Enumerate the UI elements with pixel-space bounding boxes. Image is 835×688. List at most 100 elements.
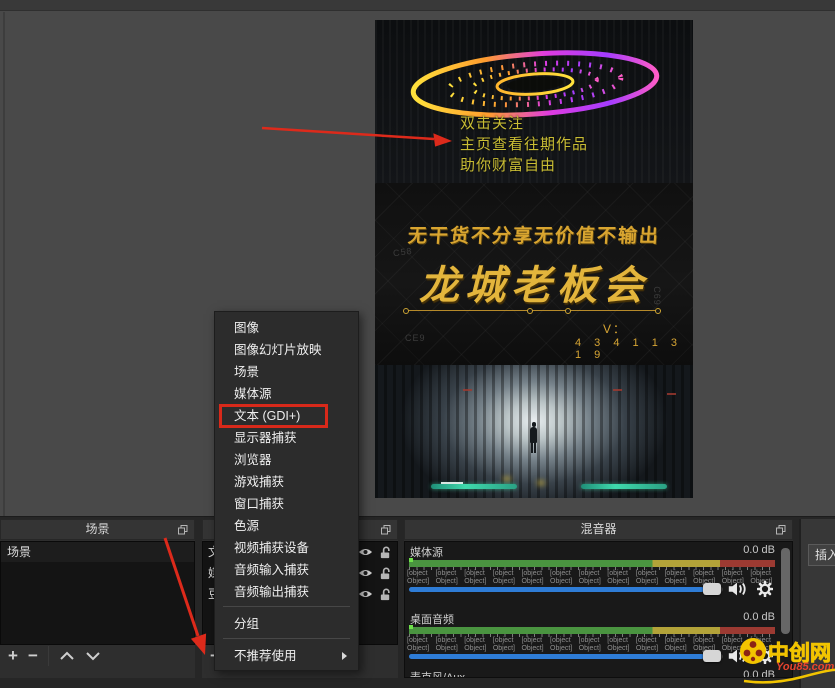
context-menu-item[interactable]: 媒体源 — [215, 383, 358, 405]
slider-handle[interactable] — [703, 650, 721, 662]
tick-label: [object Object] — [750, 637, 779, 645]
mixer-panel: 混音器 媒体源 0.0 dB [object Object][object Ob… — [404, 519, 793, 678]
hud-red-dash — [667, 393, 676, 395]
hud-bar-right — [581, 484, 667, 489]
channel-name: 媒体源 — [410, 544, 443, 560]
context-menu-item[interactable] — [215, 606, 358, 613]
context-menu-item[interactable]: 图像幻灯片放映 — [215, 339, 358, 361]
contact-number: 4 3 4 1 1 3 1 9 — [575, 337, 693, 361]
context-menu-item[interactable]: 窗口捕获 — [215, 493, 358, 515]
context-menu-item-label: 浏览器 — [234, 453, 272, 467]
slogan-text: 无干货不分享无价值不输出 — [375, 221, 693, 248]
context-menu-item[interactable]: 分组 — [215, 613, 358, 635]
tick-label: [object Object] — [693, 570, 722, 578]
volume-meter — [409, 627, 775, 634]
volume-slider[interactable] — [409, 587, 723, 592]
dock-float-icon[interactable] — [776, 525, 786, 535]
dock-float-icon[interactable] — [178, 525, 188, 535]
tick-label: [object Object] — [693, 637, 722, 645]
video-section-forest — [375, 365, 693, 498]
context-menu-item[interactable]: 显示器捕获 — [215, 427, 358, 449]
channel-db-value: 0.0 dB — [743, 611, 775, 623]
speaker-icon mute-toggle[interactable] — [727, 581, 747, 597]
channel-name: 桌面音频 — [410, 611, 454, 627]
tick-label: [object Object] — [521, 637, 550, 645]
unlock-icon[interactable] — [379, 546, 392, 559]
context-menu-item-label: 窗口捕获 — [234, 497, 284, 511]
mixer-channel: 媒体源 0.0 dB [object Object][object Object… — [405, 544, 792, 597]
tick-label: [object Object] — [464, 570, 493, 578]
context-menu-item[interactable]: 浏览器 — [215, 449, 358, 471]
contact-v-label: V： — [603, 320, 627, 337]
decorative-line — [407, 310, 661, 311]
move-scene-up-button chevron-up-icon[interactable] — [59, 650, 75, 662]
tick-label: [object Object] — [722, 637, 751, 645]
tick-label: [object Object] — [407, 637, 436, 645]
walking-figure — [530, 427, 537, 443]
tick-label: [object Object] — [579, 637, 608, 645]
channel-db-value: 0.0 dB — [743, 544, 775, 556]
scenes-toolbar: + − — [0, 644, 195, 668]
insert-button[interactable]: 插入 — [808, 544, 835, 566]
context-menu-item-label: 图像幻灯片放映 — [234, 343, 322, 357]
submenu-arrow-icon — [342, 652, 347, 660]
context-menu-item-label: 文本 (GDI+) — [234, 409, 300, 423]
context-menu-item[interactable] — [215, 638, 358, 645]
mixer-channel: 桌面音频 0.0 dB [object Object][object Objec… — [405, 611, 792, 664]
context-menu-item-label: 音频输入捕获 — [234, 563, 309, 577]
meter-peak-indicator — [409, 558, 413, 562]
tick-label: [object Object] — [550, 570, 579, 578]
visibility-eye-icon[interactable] — [358, 568, 373, 578]
video-title: 龙城老板会 — [375, 253, 693, 311]
preview-canvas[interactable]: 双击关注 主页查看往期作品 助你财富自由 C58C69CE9 无干货不分享无价值… — [0, 0, 835, 517]
move-scene-down-button chevron-down-icon[interactable] — [85, 650, 101, 662]
context-menu-item[interactable]: 游戏捕获 — [215, 471, 358, 493]
hud-red-dash — [463, 389, 472, 391]
context-menu-item[interactable]: 音频输入捕获 — [215, 559, 358, 581]
meter-scale: [object Object][object Object][object Ob… — [407, 637, 779, 645]
tick-label: [object Object] — [607, 570, 636, 578]
context-menu-item[interactable]: 场景 — [215, 361, 358, 383]
meter-scale: [object Object][object Object][object Ob… — [407, 570, 779, 578]
context-menu-item[interactable]: 文本 (GDI+) — [215, 405, 358, 427]
scenes-panel-title: 场景 — [85, 522, 109, 536]
preview-top-strip — [0, 0, 835, 11]
slider-fill — [409, 654, 704, 659]
preview-left-edge — [3, 12, 5, 516]
context-menu-item[interactable]: 不推荐使用 — [215, 645, 358, 667]
mixer-content: 媒体源 0.0 dB [object Object][object Object… — [404, 541, 793, 678]
context-menu-item-label: 音频输出捕获 — [234, 585, 309, 599]
toolbar-separator — [48, 646, 49, 666]
unlock-icon[interactable] — [379, 588, 392, 601]
tick-label: [object Object] — [722, 570, 751, 578]
visibility-eye-icon[interactable] — [358, 547, 373, 557]
remove-scene-button minus-icon[interactable]: − — [28, 647, 38, 665]
gear-icon channel-settings[interactable] — [757, 581, 773, 597]
speaker-icon mute-toggle[interactable] — [727, 648, 747, 664]
context-menu-item[interactable]: 图像 — [215, 317, 358, 339]
unlock-icon[interactable] — [379, 567, 392, 580]
tick-label: [object Object] — [750, 570, 779, 578]
dock-float-icon[interactable] — [381, 525, 391, 535]
context-menu-item[interactable]: 视频捕获设备 — [215, 537, 358, 559]
context-menu-item-label: 图像 — [234, 321, 259, 335]
add-source-context-menu: 图像 图像幻灯片放映 场景 媒体源 文本 (GDI+) 显示器捕获 浏览器 — [214, 311, 359, 671]
scene-item[interactable]: 场景 — [1, 542, 194, 562]
video-caption: 双击关注 主页查看往期作品 助你财富自由 — [460, 113, 588, 176]
context-menu-item[interactable]: 音频输出捕获 — [215, 581, 358, 603]
video-preview[interactable]: 双击关注 主页查看往期作品 助你财富自由 C58C69CE9 无干货不分享无价值… — [375, 20, 693, 498]
mixer-scrollbar[interactable] — [781, 548, 790, 634]
context-menu-item-label: 不推荐使用 — [234, 649, 297, 663]
context-menu-item[interactable]: 色源 — [215, 515, 358, 537]
scenes-panel-header: 场景 — [0, 519, 195, 540]
visibility-eye-icon[interactable] — [358, 589, 373, 599]
context-menu-item-label: 色源 — [234, 519, 259, 533]
add-scene-button plus-icon[interactable]: + — [8, 647, 18, 665]
volume-slider[interactable] — [409, 654, 723, 659]
gear-icon channel-settings[interactable] — [757, 648, 773, 664]
channel-db-value: 0.0 dB — [743, 669, 775, 678]
light-glow — [537, 481, 545, 485]
tick-label: [object Object] — [521, 570, 550, 578]
mixer-panel-title: 混音器 — [580, 522, 616, 536]
slider-handle[interactable] — [703, 583, 721, 595]
